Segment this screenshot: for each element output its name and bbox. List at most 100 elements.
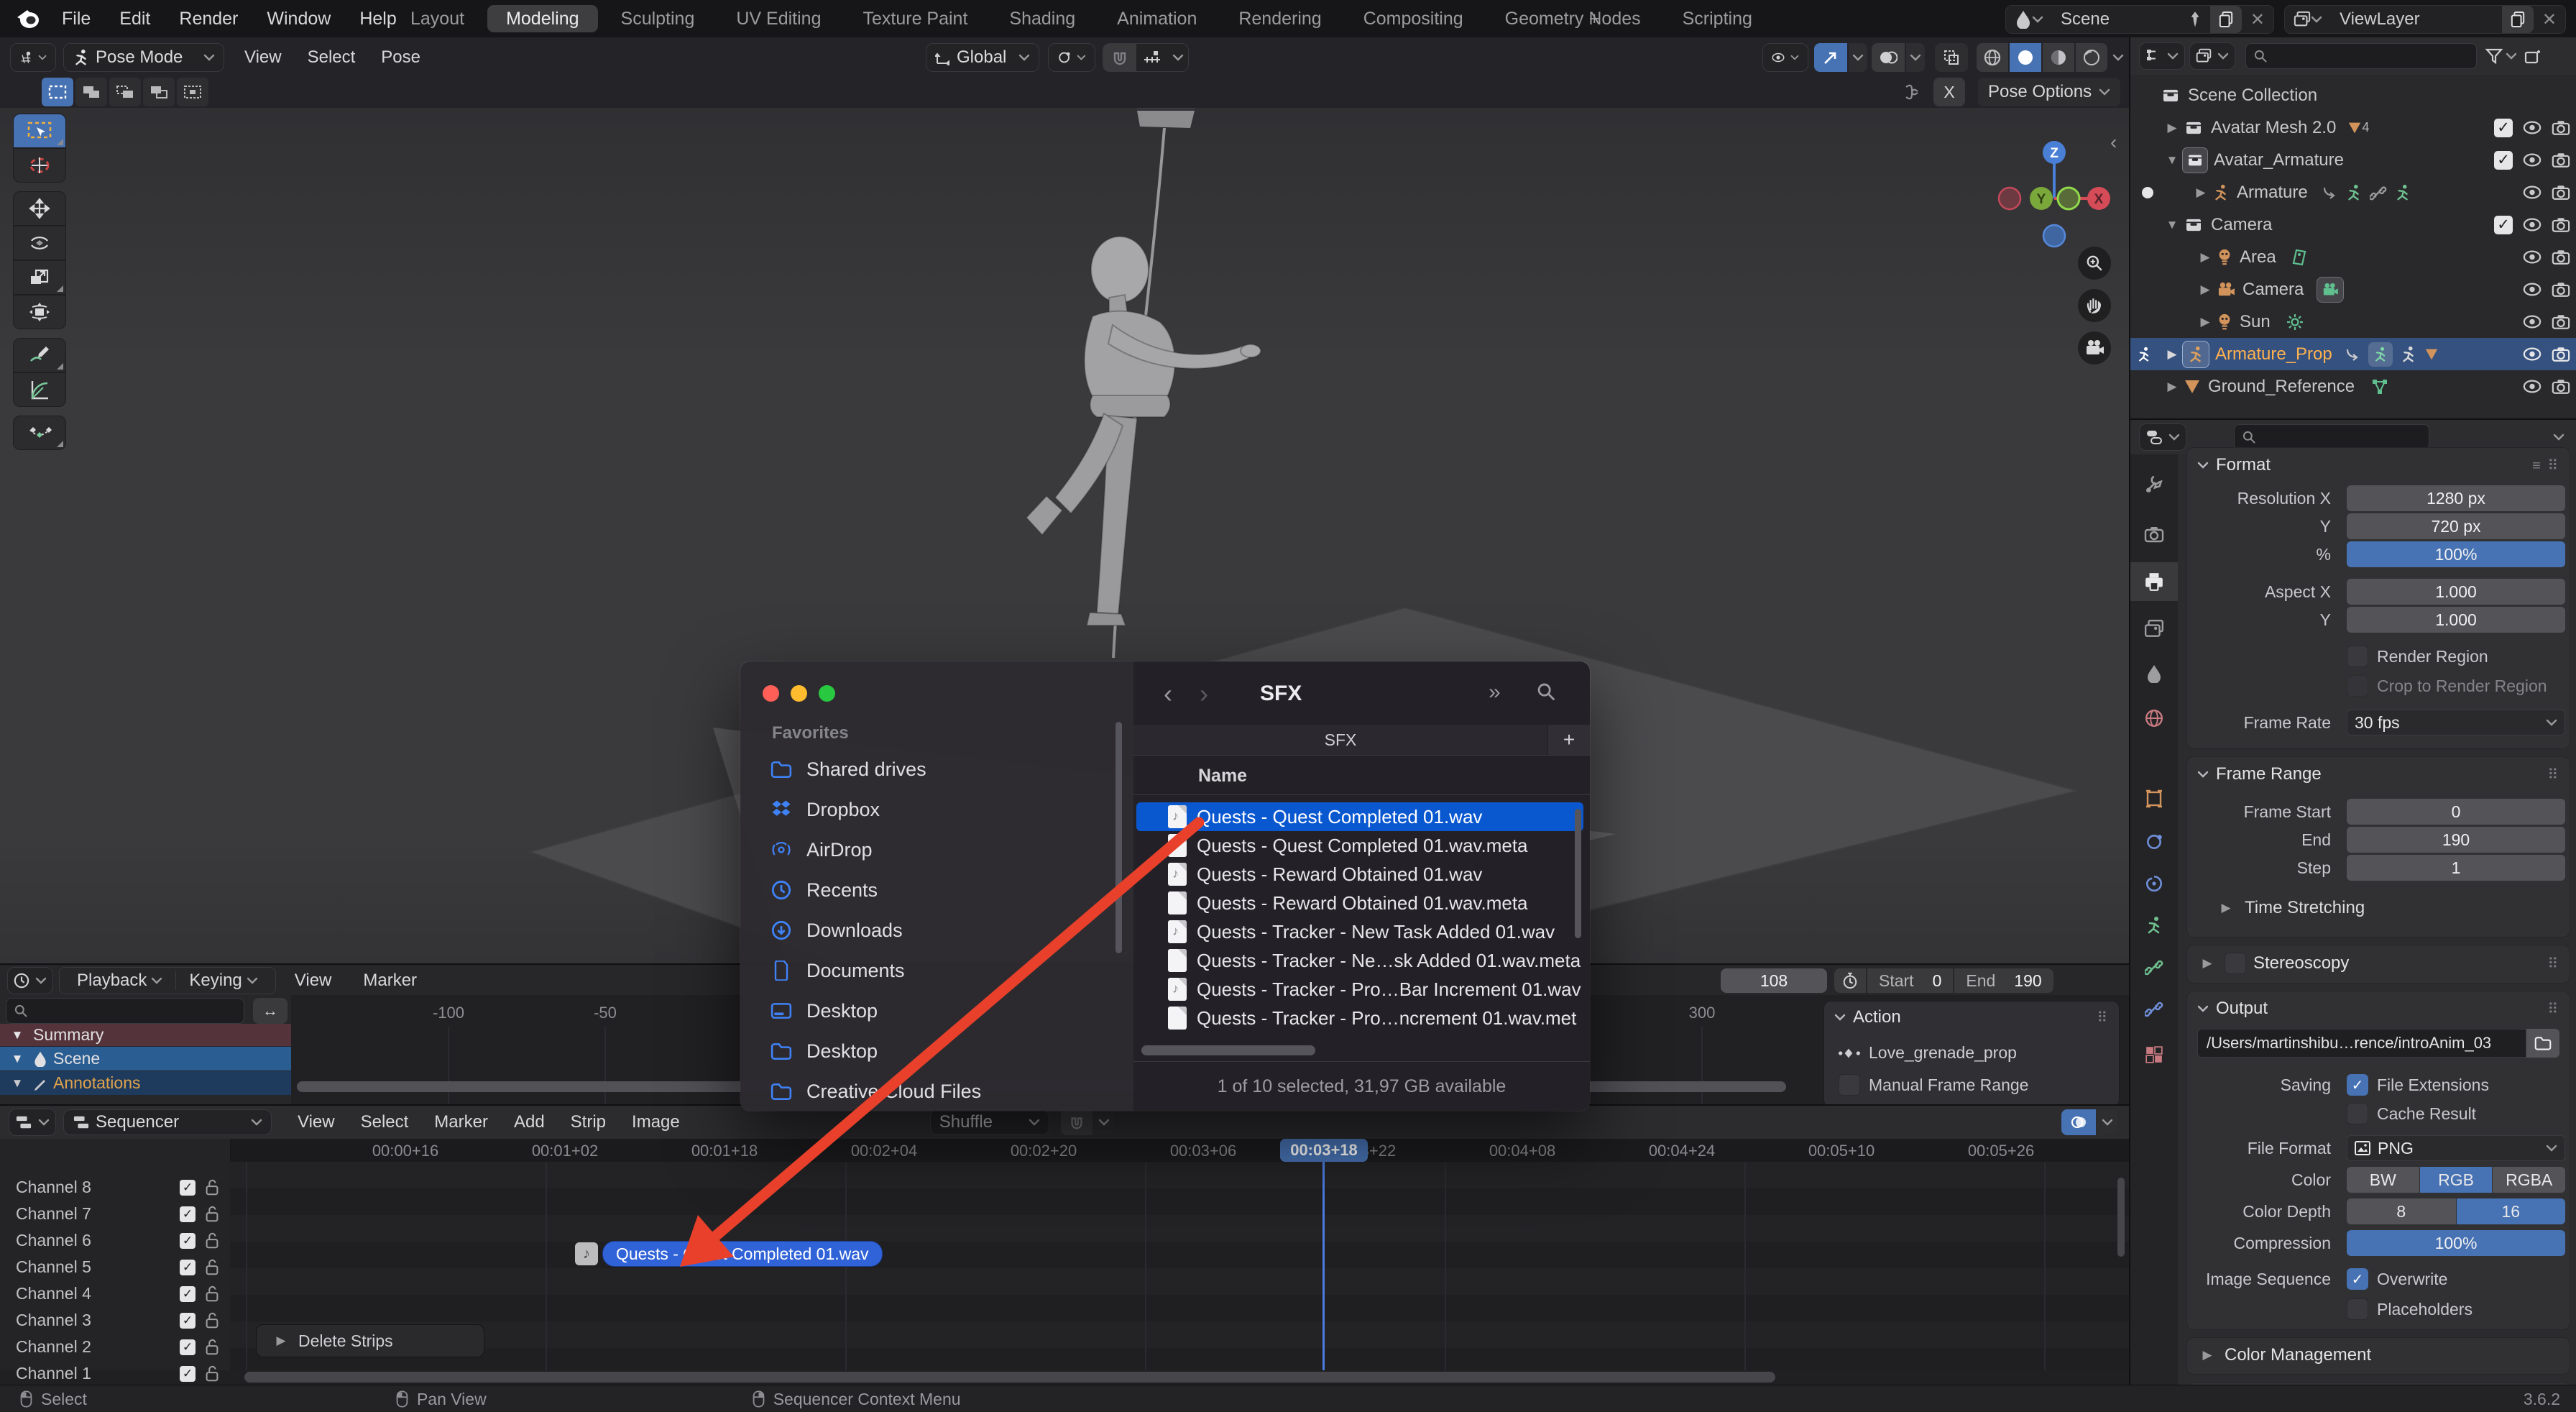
manual-frame-range-row[interactable]: Manual Frame Range <box>1839 1074 2119 1096</box>
close-button[interactable] <box>763 685 779 702</box>
select-mode-subtract-button[interactable] <box>109 78 141 106</box>
scene-name[interactable]: Scene <box>2052 6 2180 33</box>
channel-lock-icon[interactable] <box>204 1285 220 1303</box>
sequencer-menu-item[interactable]: Select <box>348 1112 422 1132</box>
channel-lock-icon[interactable] <box>204 1179 220 1196</box>
camera-visibility-icon[interactable] <box>2552 249 2570 265</box>
action-panel-header[interactable]: Action ⠿ <box>1824 1001 2119 1033</box>
outliner-row-area[interactable]: ▶ Area <box>2130 241 2576 273</box>
sequencer-menu-item[interactable]: Add <box>501 1112 558 1132</box>
channel-lock-icon[interactable] <box>204 1312 220 1329</box>
sequencer-channel-row[interactable]: Channel 6 ✓ <box>0 1227 230 1254</box>
tab-texture[interactable] <box>2130 1035 2178 1074</box>
outliner-row-camera-collection[interactable]: ▼ Camera ✓ <box>2130 208 2576 241</box>
audio-strip[interactable]: Quests - Quest Completed 01.wav <box>602 1241 883 1267</box>
eye-icon[interactable] <box>2523 347 2542 361</box>
end-frame-field[interactable]: End 190 <box>1954 968 2053 993</box>
camera-visibility-icon[interactable] <box>2552 152 2570 168</box>
outliner-row-armature[interactable]: ▶ Armature <box>2130 176 2576 208</box>
orientation-dropdown[interactable]: Global <box>926 43 1039 72</box>
channel-mute-checkbox[interactable]: ✓ <box>180 1312 196 1329</box>
file-extensions-checkbox[interactable]: ✓ <box>2347 1074 2368 1096</box>
color-mode-option[interactable]: BW <box>2347 1167 2419 1193</box>
outliner-filter-source-button[interactable] <box>2189 42 2235 70</box>
properties-options-chevron-icon[interactable] <box>2553 434 2564 441</box>
select-mode-intersect-button[interactable] <box>177 78 208 106</box>
tab-output[interactable] <box>2130 562 2178 601</box>
sequencer-menu-item[interactable]: Image <box>619 1112 693 1132</box>
zoom-window-button[interactable] <box>819 685 835 702</box>
blender-logo-icon[interactable] <box>16 7 40 34</box>
scene-selector[interactable]: Scene ✕ <box>2005 5 2274 34</box>
file-row[interactable]: Quests - Tracker - Pro…ncrement 01.wav.m… <box>1136 1004 1583 1032</box>
sidebar-item[interactable]: Dropbox <box>769 794 880 825</box>
sequencer-menu-item[interactable]: View <box>285 1112 348 1132</box>
blend-mode-dropdown[interactable]: Shuffle <box>929 1109 1049 1135</box>
file-format-dropdown[interactable]: PNG <box>2347 1135 2565 1161</box>
workspace-tab[interactable]: Modeling <box>487 5 598 32</box>
gizmo-dropdown-chevron-icon[interactable] <box>1849 43 1867 72</box>
tab-object-data[interactable] <box>2130 906 2178 945</box>
proportional-editing-icon[interactable] <box>1899 79 1925 105</box>
viewport-menu-item[interactable]: Select <box>295 47 369 68</box>
placeholders-checkbox[interactable] <box>2347 1298 2368 1320</box>
channel-mute-checkbox[interactable]: ✓ <box>180 1285 196 1302</box>
camera-visibility-icon[interactable] <box>2552 185 2570 200</box>
snap-toggle-icon[interactable] <box>1103 44 1136 71</box>
properties-editor-type-button[interactable] <box>2139 423 2186 451</box>
view-layer-name[interactable]: ViewLayer <box>2331 6 2502 33</box>
sidebar-item[interactable]: Desktop <box>769 1035 878 1067</box>
keying-menu[interactable]: Keying <box>176 971 270 991</box>
expand-icon[interactable]: ▶ <box>2162 380 2182 394</box>
channel-mute-checkbox[interactable]: ✓ <box>180 1339 196 1355</box>
viewport-menu-item[interactable]: Pose <box>368 47 433 68</box>
dope-marker-menu[interactable]: Marker <box>350 971 430 991</box>
sync-mode-button[interactable] <box>2061 1109 2096 1135</box>
channel-mute-checkbox[interactable]: ✓ <box>180 1206 196 1222</box>
list-column-header[interactable]: Name <box>1133 755 1590 795</box>
outliner-search-input[interactable] <box>2245 43 2477 69</box>
sidebar-item[interactable]: Desktop <box>769 995 878 1027</box>
resolution-percent-slider[interactable]: 100% <box>2347 541 2565 567</box>
resolution-y-field[interactable]: 720 px <box>2347 513 2565 539</box>
tool-cursor[interactable] <box>13 148 66 183</box>
sequencer-strip-area[interactable] <box>230 1162 2129 1370</box>
topbar-menu-item[interactable]: Edit <box>105 9 165 29</box>
navigation-gizmo[interactable]: Z X Y <box>1991 122 2120 252</box>
tab-bone-constraints[interactable] <box>2130 989 2178 1028</box>
render-region-checkbox[interactable] <box>2347 646 2368 667</box>
zoom-button[interactable] <box>2078 247 2111 280</box>
eye-icon[interactable] <box>2523 315 2542 329</box>
new-view-layer-button[interactable] <box>2501 6 2534 33</box>
frame-step-field[interactable]: 1 <box>2347 855 2565 881</box>
sequencer-channel-row[interactable]: Channel 8 ✓ <box>0 1174 230 1201</box>
eye-icon[interactable] <box>2523 153 2542 167</box>
sequencer-channel-row[interactable]: Channel 7 ✓ <box>0 1201 230 1227</box>
add-workspace-button[interactable]: + <box>1570 5 1619 32</box>
workspace-tab[interactable]: Animation <box>1098 5 1215 32</box>
camera-visibility-icon[interactable] <box>2552 379 2570 394</box>
color-depth-option[interactable]: 8 <box>2347 1198 2456 1224</box>
outliner-row-sun[interactable]: ▶ Sun <box>2130 306 2576 338</box>
forward-button[interactable]: › <box>1200 679 1208 709</box>
start-frame-field[interactable]: Start 0 <box>1867 968 1954 993</box>
tool-transform[interactable] <box>13 295 66 329</box>
file-row[interactable]: Quests - Reward Obtained 01.wav <box>1136 860 1583 889</box>
outliner-row-avatar-mesh[interactable]: ▶ Avatar Mesh 2.0 4 ✓ <box>2130 111 2576 144</box>
panel-color-management[interactable]: ▶ Color Management <box>2186 1337 2570 1375</box>
shading-material-button[interactable] <box>2043 43 2074 72</box>
expand-icon[interactable]: ▶ <box>2191 185 2211 200</box>
sequencer-editor-type-button[interactable] <box>9 1109 56 1136</box>
tab-render[interactable] <box>2130 515 2178 554</box>
sidebar-item[interactable]: Documents <box>769 955 905 986</box>
file-row[interactable]: Quests - Tracker - New Task Added 01.wav <box>1136 917 1583 946</box>
snap-target-icon[interactable] <box>1136 44 1168 71</box>
file-row[interactable]: Quests - Quest Completed 01.wav <box>1136 802 1583 831</box>
tab-physics[interactable] <box>2130 822 2178 861</box>
panel-format-header[interactable]: Format ≡ ⠿ <box>2187 448 2570 482</box>
resolution-x-field[interactable]: 1280 px <box>2347 485 2565 511</box>
channel-lock-icon[interactable] <box>204 1259 220 1276</box>
filter-expand-button[interactable]: ↔ <box>253 998 288 1024</box>
new-scene-button[interactable] <box>2209 6 2242 33</box>
back-button[interactable]: ‹ <box>1164 679 1172 709</box>
